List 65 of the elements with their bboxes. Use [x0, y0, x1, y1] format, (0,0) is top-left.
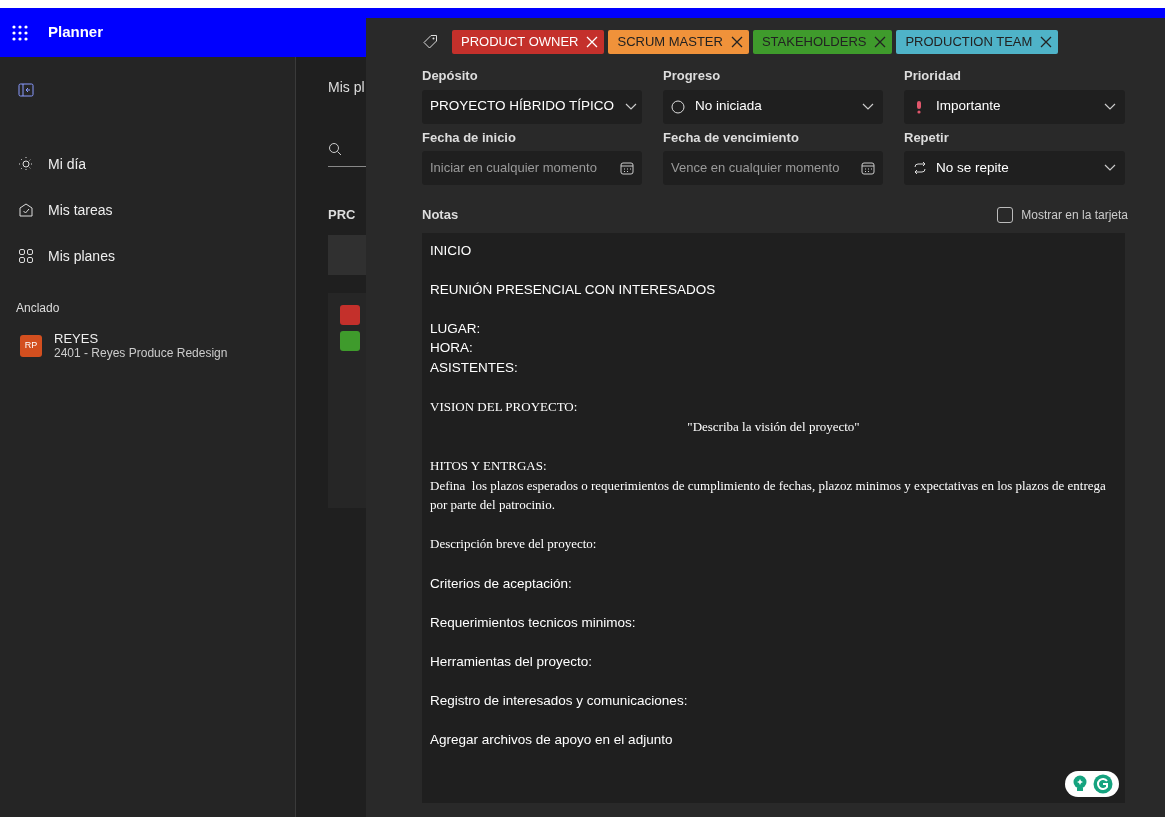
dropdown[interactable]: Importante	[904, 89, 1125, 124]
note-line: LUGAR:	[430, 319, 482, 338]
note-line: ASISTENTES:	[430, 359, 519, 378]
note-line: Descripción breve del proyecto:	[430, 535, 598, 554]
note-line: Defina los plazos esperados o requerimientos de cumplimiento de fechas, plazoz minimos y expectativas en los plazos de entrega por parte del patrocinio.	[430, 476, 1107, 515]
search-icon[interactable]	[328, 141, 342, 156]
field-label: Fecha de inicio	[422, 128, 517, 147]
tag-icon[interactable]	[422, 34, 438, 50]
note-line: VISION DEL PROYECTO:	[430, 398, 579, 417]
column-title: PRC	[328, 206, 357, 224]
note-line: HORA:	[430, 339, 474, 358]
note-line: REUNIÓN PRESENCIAL CON INTERESADOS	[430, 280, 717, 299]
plan-subtitle: 2401 - Reyes Produce Redesign	[54, 346, 228, 361]
notes-label: Notas	[422, 206, 459, 224]
calendar-icon[interactable]	[620, 161, 634, 175]
label-chip: SCRUM MASTER	[608, 30, 749, 54]
date-input[interactable]: Iniciar en cualquier momento	[430, 158, 618, 178]
repeat-icon	[912, 161, 926, 175]
date-field[interactable]: Vence en cualquier momento	[663, 151, 883, 185]
app-launcher-icon[interactable]	[12, 24, 28, 41]
checked-house-icon	[18, 202, 34, 218]
note-line: Herramientas del proyecto:	[430, 652, 594, 671]
label-chip: PRODUCTION TEAM	[896, 30, 1059, 54]
show-on-card-checkbox[interactable]: Mostrar en la tarjeta	[997, 205, 1128, 224]
field-label: Progreso	[663, 67, 722, 85]
dropdown[interactable]: PROYECTO HÍBRIDO TÍPICO	[422, 89, 642, 124]
note-line: Agregar archivos de apoyo en el adjunto	[430, 731, 674, 750]
dropdown[interactable]: No iniciada	[663, 89, 883, 124]
close-icon[interactable]	[1040, 36, 1053, 48]
sidebar-item[interactable]: Mis planes	[0, 233, 295, 279]
pinned-plan[interactable]: RP REYES 2401 - Reyes Produce Redesign	[0, 331, 295, 361]
lightbulb-icon[interactable]	[1071, 774, 1089, 794]
writing-assistant-widget[interactable]	[1065, 771, 1119, 797]
task-card[interactable]	[328, 292, 366, 508]
label-chip: PRODUCT OWNER	[452, 30, 605, 54]
field-label: Fecha de vencimiento	[663, 128, 800, 147]
page-heading: Mis pl	[328, 78, 366, 97]
note-line: Criterios de aceptación:	[430, 574, 573, 593]
note-line: INICIO	[430, 241, 473, 260]
circle-icon	[671, 99, 685, 114]
note-line: Requerimientos tecnicos minimos:	[430, 613, 637, 632]
calendar-icon[interactable]	[861, 161, 875, 175]
note-line: "Describa la visión del proyecto"	[686, 417, 861, 436]
sidebar-item[interactable]: Mis tareas	[0, 187, 295, 233]
collapse-sidebar-icon[interactable]	[18, 82, 34, 97]
note-line: Registro de interesados y comunicaciones:	[430, 692, 689, 711]
label-chip: STAKEHOLDERS	[752, 30, 893, 54]
field-label: Prioridad	[904, 67, 963, 85]
date-field[interactable]: Iniciar en cualquier momento	[422, 151, 642, 185]
field-label: Depósito	[422, 67, 479, 85]
plan-avatar: RP	[20, 335, 42, 357]
date-input[interactable]: Vence en cualquier momento	[671, 158, 859, 178]
notes-field[interactable]	[422, 232, 1125, 803]
section-heading: Anclado	[15, 300, 61, 317]
grid-icon	[18, 248, 34, 264]
close-icon[interactable]	[874, 36, 887, 48]
close-icon[interactable]	[730, 36, 743, 48]
dropdown[interactable]: No se repite	[904, 151, 1125, 185]
plan-title: REYES	[54, 331, 100, 346]
note-line: HITOS Y ENTRGAS:	[430, 457, 548, 476]
app-title: Planner	[48, 22, 104, 43]
sun-icon	[18, 156, 34, 172]
sidebar-item[interactable]: Mi día	[0, 141, 295, 187]
field-label: Repetir	[904, 128, 950, 147]
g-logo-icon[interactable]	[1093, 774, 1113, 794]
